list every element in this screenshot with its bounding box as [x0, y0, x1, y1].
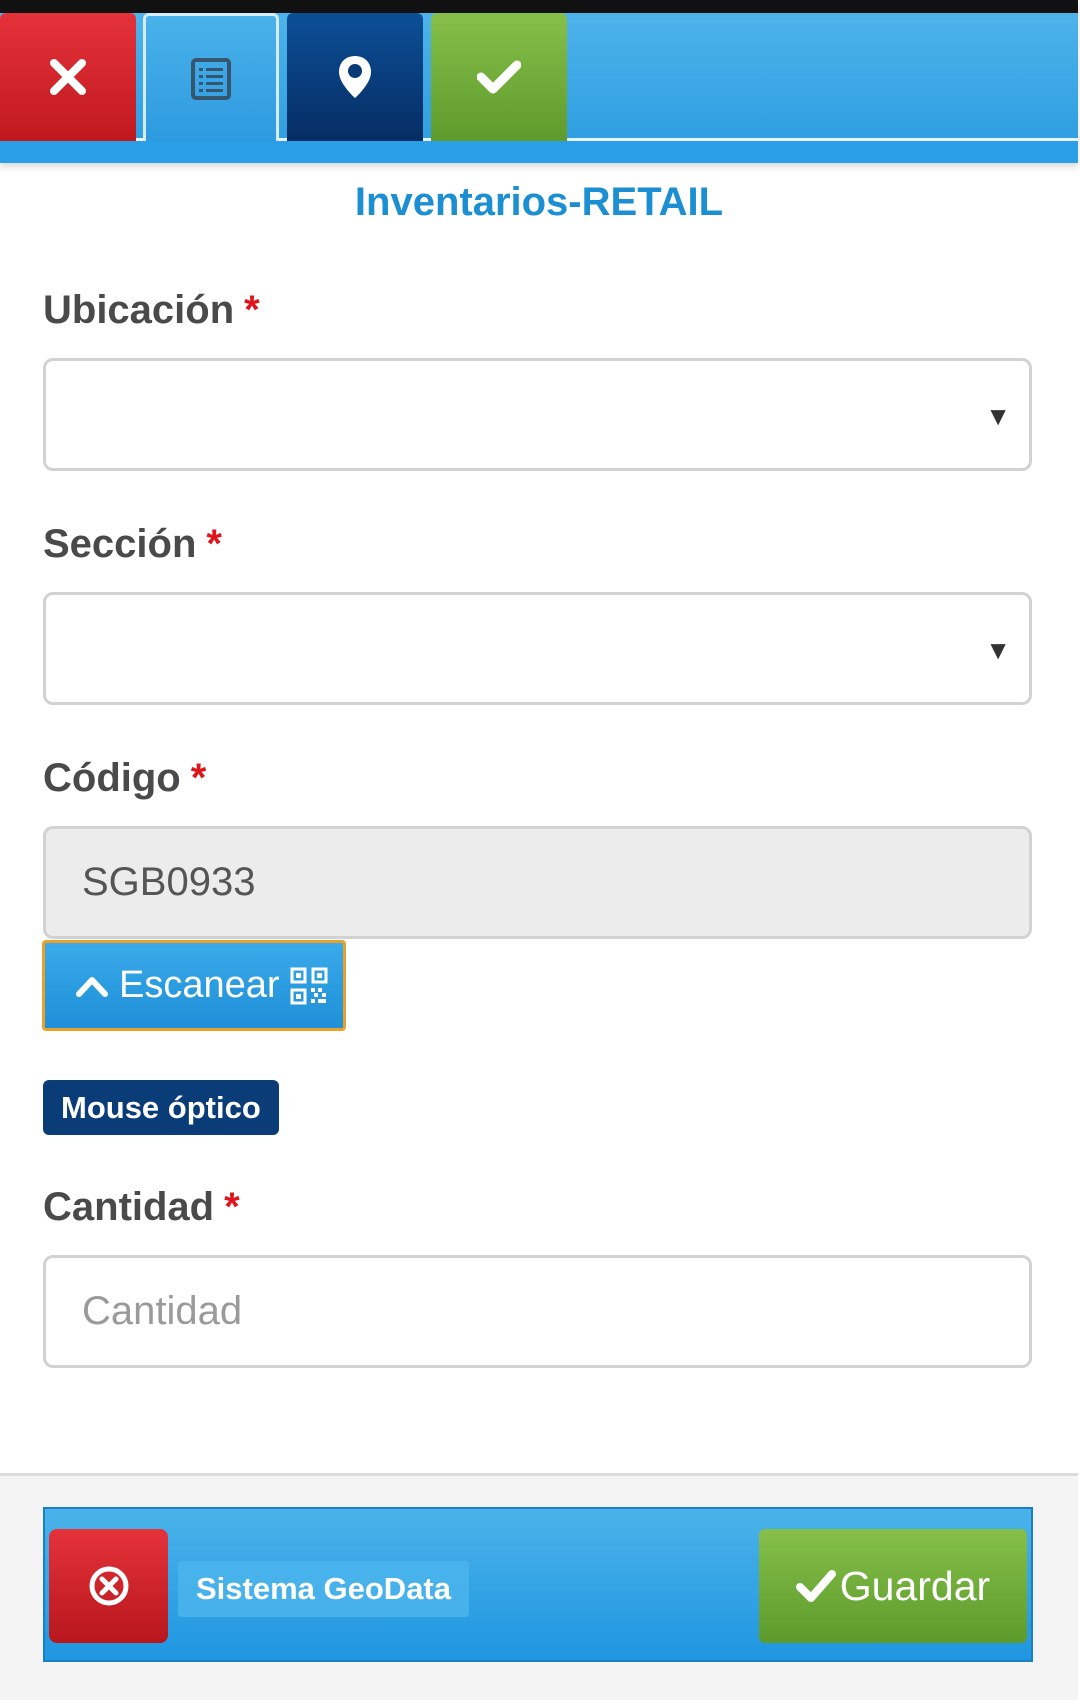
dropdown-caret-icon: ▼ — [985, 635, 1011, 665]
scan-button-label: Escanear — [119, 964, 280, 1006]
scan-button[interactable]: Escanear — [42, 940, 346, 1031]
close-circle-icon — [89, 1566, 128, 1606]
codigo-value: SGB0933 — [82, 860, 256, 904]
ubicacion-label: Ubicación * — [43, 288, 260, 333]
cantidad-label: Cantidad * — [43, 1185, 240, 1230]
brand-label: Sistema GeoData — [178, 1561, 469, 1617]
required-mark: * — [206, 522, 222, 566]
top-toolbar — [0, 0, 1078, 163]
dropdown-caret-icon: ▼ — [985, 401, 1011, 431]
codigo-label-text: Código — [43, 756, 181, 800]
codigo-field[interactable]: SGB0933 — [43, 826, 1032, 939]
ubicacion-select[interactable]: ▼ — [43, 358, 1032, 471]
cantidad-field-container — [43, 1255, 1032, 1368]
confirm-button[interactable] — [431, 13, 567, 141]
codigo-label: Código * — [43, 756, 206, 801]
close-icon — [50, 59, 86, 95]
close-button[interactable] — [0, 13, 136, 141]
check-icon — [477, 60, 521, 94]
save-button-label: Guardar — [839, 1562, 991, 1609]
cancel-button[interactable] — [49, 1529, 168, 1643]
save-button[interactable]: Guardar — [759, 1529, 1027, 1643]
chevron-up-icon — [76, 976, 108, 997]
required-mark: * — [224, 1185, 240, 1229]
required-mark: * — [244, 288, 260, 332]
list-button[interactable] — [143, 13, 279, 141]
seccion-label: Sección * — [43, 522, 222, 567]
map-marker-icon — [339, 56, 371, 98]
check-icon — [795, 1570, 836, 1602]
location-button[interactable] — [287, 13, 423, 141]
required-mark: * — [190, 756, 207, 800]
seccion-select[interactable]: ▼ — [43, 592, 1032, 705]
ubicacion-label-text: Ubicación — [43, 288, 235, 332]
page-title: Inventarios-RETAIL — [354, 180, 724, 224]
footer-bar: Sistema GeoData Guardar — [43, 1507, 1033, 1662]
cantidad-label-text: Cantidad — [43, 1185, 215, 1229]
cantidad-input[interactable] — [82, 1289, 1029, 1334]
seccion-label-text: Sección — [43, 522, 197, 566]
mouse-optico-badge: Mouse óptico — [43, 1080, 279, 1135]
qr-code-icon — [290, 967, 328, 1004]
list-icon — [191, 57, 231, 100]
